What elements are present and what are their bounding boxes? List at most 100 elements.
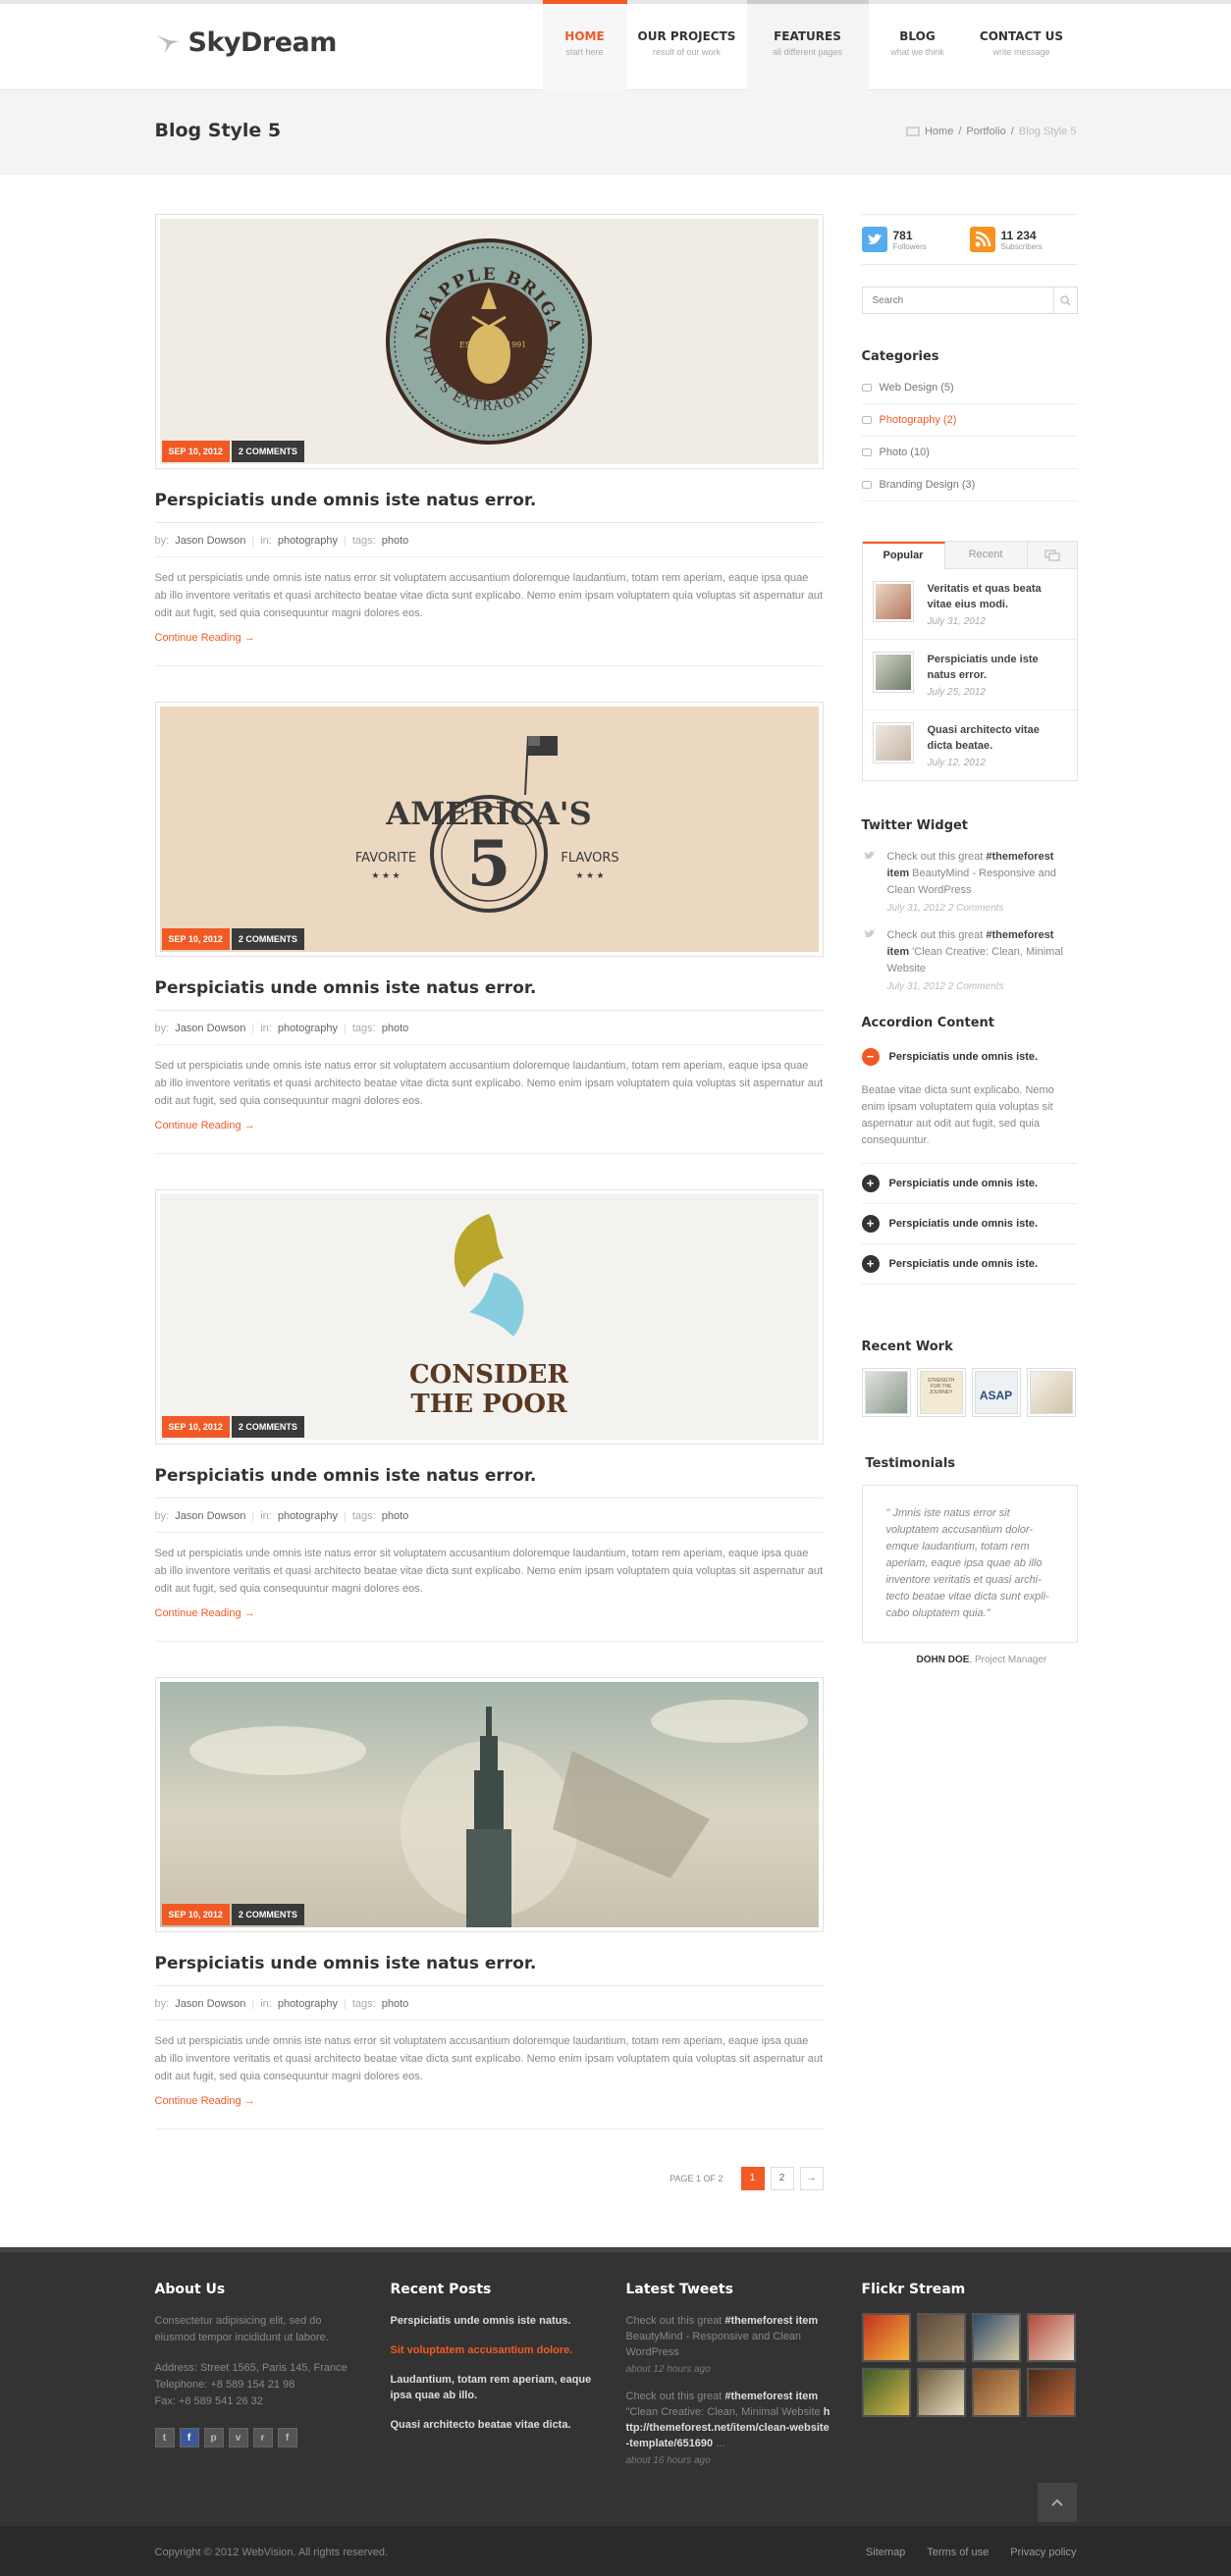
footer-post-link[interactable]: Perspiciatis unde omnis iste natus. [391, 2313, 597, 2329]
post-image-frame[interactable]: PINEAPPLE BRIGADE EVENTS EXTRAORDINAIRE … [154, 214, 824, 469]
recent-work-thumb[interactable] [861, 1368, 911, 1417]
flickr-icon[interactable]: f [277, 2428, 297, 2447]
post-image-frame[interactable]: CONSIDER THE POOR SEP 10, 2012 2 COMMENT… [154, 1189, 824, 1445]
post-tag[interactable]: photo [382, 535, 409, 547]
privacy-link[interactable]: Privacy policy [1010, 2547, 1076, 2558]
rss-icon[interactable]: r [252, 2428, 273, 2447]
sitemap-link[interactable]: Sitemap [866, 2547, 905, 2558]
flickr-photo[interactable] [971, 2368, 1021, 2417]
popular-post[interactable]: Quasi architecto vitae dicta beatae. July… [863, 710, 1077, 780]
twitter-followers[interactable]: 781 Followers [861, 227, 970, 252]
post-image-frame[interactable]: SEP 10, 2012 2 COMMENTS [154, 1677, 824, 1932]
post-tag[interactable]: photo [382, 1510, 409, 1522]
tweet-hashtag[interactable]: #themeforest item [724, 2315, 818, 2327]
category-item[interactable]: Photo (10) [861, 437, 1078, 469]
testimonial-box: " Jmnis iste natus error sit voluptatem … [861, 1485, 1078, 1643]
pinterest-icon[interactable]: p [203, 2428, 224, 2447]
page-1-button[interactable]: 1 [740, 2167, 765, 2190]
continue-reading-link[interactable]: Continue Reading → [155, 1120, 824, 1131]
nav-contact-us[interactable]: CONTACT US write message [967, 0, 1077, 90]
post-title[interactable]: Perspiciatis unde omnis iste natus error… [154, 491, 824, 523]
twitter-icon[interactable]: t [154, 2428, 175, 2447]
post-author[interactable]: Jason Dowson [175, 535, 245, 547]
terms-link[interactable]: Terms of use [927, 2547, 989, 2558]
flickr-photo[interactable] [861, 2313, 911, 2362]
category-item[interactable]: Photography (2) [861, 404, 1078, 437]
breadcrumb-separator: / [1010, 126, 1014, 137]
post-category[interactable]: photography [278, 1998, 338, 2010]
flickr-photo[interactable] [861, 2368, 911, 2417]
flickr-photo[interactable] [1026, 2313, 1076, 2362]
recent-work-thumb[interactable] [1026, 1368, 1076, 1417]
post-category[interactable]: photography [278, 1510, 338, 1522]
post-category[interactable]: photography [278, 535, 338, 547]
accordion-header[interactable]: + Perspiciatis unde omnis iste. [861, 1164, 1078, 1204]
category-item[interactable]: Web Design (5) [861, 372, 1078, 404]
post-author[interactable]: Jason Dowson [175, 1510, 245, 1522]
accordion-header-open[interactable]: − Perspiciatis unde omnis iste. [861, 1036, 1078, 1077]
facebook-icon[interactable]: f [179, 2428, 199, 2447]
post-author[interactable]: Jason Dowson [175, 1998, 245, 2010]
post-image-frame[interactable]: AMERICA'S 5 FAVORITE FLAVORS ★ ★ ★ ★ ★ ★… [154, 702, 824, 957]
footer-social: t f p v r f [154, 2428, 361, 2447]
post-comments-badge[interactable]: 2 COMMENTS [231, 928, 304, 950]
popular-post-title: Quasi architecto vitae dicta beatae. [927, 724, 1040, 752]
post-comments-badge[interactable]: 2 COMMENTS [231, 1416, 304, 1438]
flickr-photo[interactable] [971, 2313, 1021, 2362]
flickr-photo[interactable] [916, 2368, 966, 2417]
breadcrumb-portfolio[interactable]: Portfolio [966, 126, 1005, 137]
flickr-photo[interactable] [1026, 2368, 1076, 2417]
search-input[interactable] [862, 288, 1053, 313]
nav-features[interactable]: FEATURES all different pages [746, 0, 869, 90]
post-title[interactable]: Perspiciatis unde omnis iste natus error… [154, 978, 824, 1011]
logo[interactable]: SkyDream [155, 27, 337, 58]
vimeo-icon[interactable]: v [228, 2428, 248, 2447]
nav-home[interactable]: HOME start here [542, 0, 627, 90]
post-comments-badge[interactable]: 2 COMMENTS [231, 441, 304, 462]
rss-count: 11 234 [1000, 228, 1037, 242]
flickr-photo[interactable] [916, 2313, 966, 2362]
continue-reading-link[interactable]: Continue Reading → [155, 632, 824, 644]
footer-latest-tweets: Latest Tweets Check out this great #them… [626, 2282, 832, 2480]
next-page-button[interactable]: → [799, 2167, 824, 2190]
search-button[interactable] [1052, 288, 1077, 313]
footer-post-link[interactable]: Laudantium, totam rem aperiam, eaque ips… [391, 2372, 597, 2403]
blog-post: SEP 10, 2012 2 COMMENTS Perspiciatis und… [154, 1677, 824, 2129]
post-title[interactable]: Perspiciatis unde omnis iste natus error… [154, 1466, 824, 1498]
meta-label: in: [260, 1023, 272, 1034]
category-item[interactable]: Branding Design (3) [861, 469, 1078, 501]
rss-subscribers[interactable]: 11 234 Subscribers [969, 227, 1078, 252]
home-icon [906, 127, 920, 136]
recent-work-title: Recent Work [861, 1340, 953, 1354]
post-comments-badge[interactable]: 2 COMMENTS [231, 1904, 304, 1925]
continue-reading-link[interactable]: Continue Reading → [155, 1607, 824, 1619]
post-excerpt: Sed ut perspiciatis unde omnis iste natu… [154, 1548, 824, 1595]
breadcrumb-home[interactable]: Home [925, 126, 953, 137]
page-2-button[interactable]: 2 [770, 2167, 794, 2190]
accordion-header[interactable]: + Perspiciatis unde omnis iste. [861, 1244, 1078, 1285]
recent-work-thumb[interactable]: STRENGTH FOR THE JOURNEY [916, 1368, 966, 1417]
tab-recent[interactable]: Recent [945, 542, 1028, 568]
accordion-header[interactable]: + Perspiciatis unde omnis iste. [861, 1204, 1078, 1244]
accordion: − Perspiciatis unde omnis iste. Beatae vi… [861, 1036, 1078, 1285]
meta-label: in: [260, 1510, 272, 1522]
popular-post[interactable]: Veritatis et quas beata vitae eius modi.… [862, 569, 1077, 640]
post-title[interactable]: Perspiciatis unde omnis iste natus error… [154, 1954, 824, 1986]
footer-post-link[interactable]: Sit voluptatem accusantium dolore. [391, 2342, 597, 2358]
continue-reading-link[interactable]: Continue Reading → [155, 2095, 824, 2107]
tweet-hashtag[interactable]: #themeforest item [724, 2391, 818, 2402]
tab-comments[interactable] [1028, 542, 1077, 568]
testimonial-name: DOHN DOE [916, 1655, 970, 1665]
post-tag[interactable]: photo [382, 1998, 409, 2010]
popular-post[interactable]: Perspiciatis unde iste natus error. July … [862, 640, 1077, 710]
footer-post-link[interactable]: Quasi architecto beatae vitae dicta. [391, 2417, 597, 2433]
nav-our-projects[interactable]: OUR PROJECTS result of our work [627, 0, 747, 90]
post-author[interactable]: Jason Dowson [175, 1023, 245, 1034]
nav-blog[interactable]: BLOG what we think [869, 0, 967, 90]
back-to-top-button[interactable] [1037, 2483, 1077, 2522]
tab-popular[interactable]: Popular [862, 542, 945, 570]
post-category[interactable]: photography [278, 1023, 338, 1034]
post-tag[interactable]: photo [382, 1023, 409, 1034]
bullet-icon [861, 481, 872, 489]
recent-work-thumb[interactable]: ASAP [971, 1368, 1021, 1417]
